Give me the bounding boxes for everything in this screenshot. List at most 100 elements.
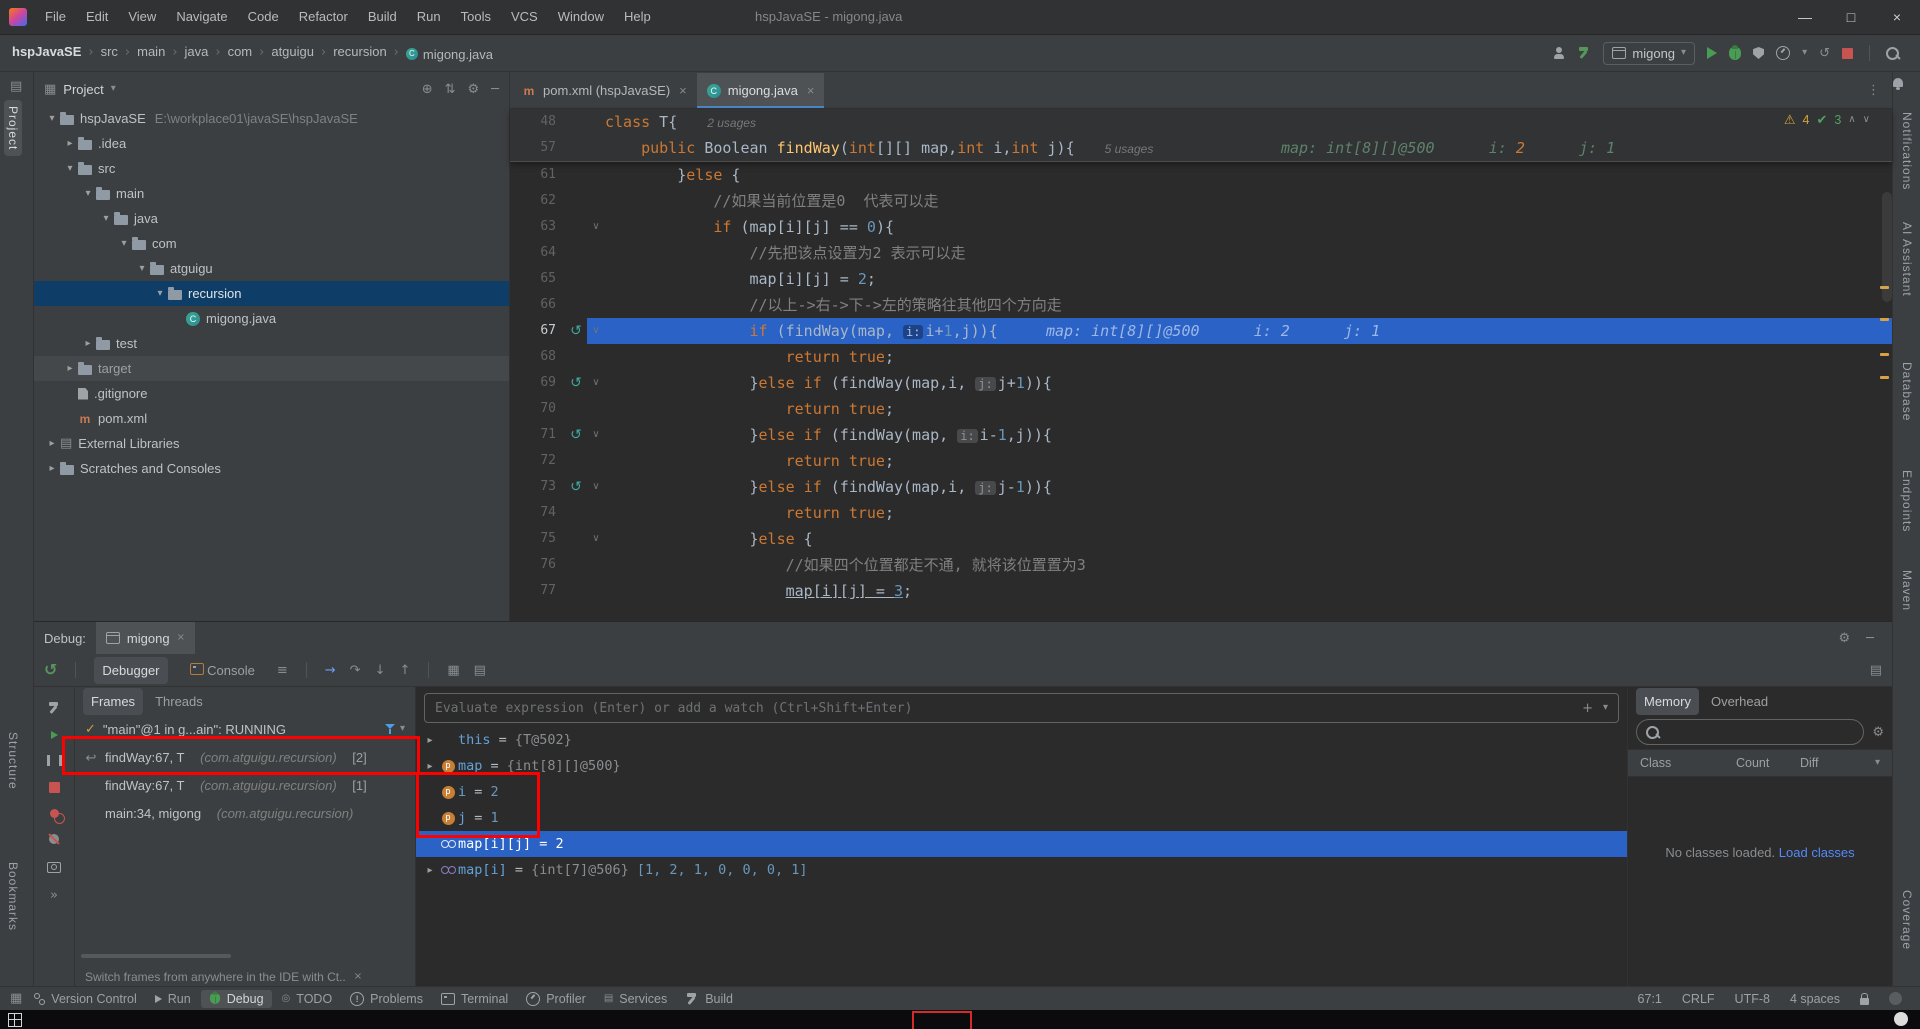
lock-icon[interactable] bbox=[1860, 998, 1869, 1005]
chevron-down-icon[interactable]: ▾ bbox=[1603, 703, 1608, 713]
inspection-widget[interactable]: ⚠ 4 ✔ 3 ∧ ∨ bbox=[1784, 113, 1870, 127]
code-line-65[interactable]: 65 map[i][j] = 2; bbox=[510, 266, 1892, 292]
tab-frames[interactable]: Frames bbox=[83, 688, 143, 715]
statusbar-item-profiler[interactable]: Profiler bbox=[518, 990, 594, 1008]
search-everywhere-icon[interactable] bbox=[1886, 47, 1899, 60]
usages-hint[interactable]: 2 usages bbox=[707, 116, 756, 130]
project-tree-item-main[interactable]: ▾main bbox=[34, 181, 509, 206]
notifications-bell-icon[interactable] bbox=[1893, 78, 1903, 87]
line-number[interactable]: 61 bbox=[510, 162, 565, 188]
code-line-61[interactable]: 61 }else { bbox=[510, 162, 1892, 188]
gear-icon[interactable]: ⚙ bbox=[1872, 726, 1884, 739]
statusbar-item-todo[interactable]: ◎TODO bbox=[274, 990, 341, 1008]
locate-file-icon[interactable]: ⊕ bbox=[422, 83, 433, 96]
variable-row-this[interactable]: ▸ this = {T@502} bbox=[416, 727, 1627, 753]
chevron-down-icon[interactable]: ▾ bbox=[111, 84, 116, 94]
menu-code[interactable]: Code bbox=[238, 9, 289, 24]
menu-view[interactable]: View bbox=[118, 9, 166, 24]
taskbar-tray-icon[interactable] bbox=[1894, 1012, 1908, 1026]
next-problem-icon[interactable]: ∨ bbox=[1863, 115, 1870, 125]
load-classes-link[interactable]: Load classes bbox=[1779, 845, 1855, 860]
tree-collapse-icon[interactable]: ▾ bbox=[152, 288, 168, 299]
fold-icon[interactable]: ∨ bbox=[587, 526, 605, 552]
project-tree-item-src[interactable]: ▾src bbox=[34, 156, 509, 181]
fold-icon[interactable]: ∨ bbox=[587, 214, 605, 240]
run-config-select[interactable]: migong ▾ bbox=[1603, 42, 1695, 65]
line-number[interactable]: 65 bbox=[510, 266, 565, 292]
tool-button-notifications[interactable]: Notifications bbox=[1900, 112, 1914, 190]
recursive-call-icon[interactable]: ↺ bbox=[565, 370, 587, 396]
line-number[interactable]: 69 bbox=[510, 370, 565, 396]
recursive-call-icon[interactable]: ↺ bbox=[565, 318, 587, 344]
breadcrumb-java[interactable]: java bbox=[185, 44, 209, 59]
status-utf-8[interactable]: UTF-8 bbox=[1735, 992, 1770, 1006]
chevron-down-icon[interactable]: ▾ bbox=[400, 724, 405, 734]
fold-icon[interactable]: ∨ bbox=[587, 474, 605, 500]
line-number[interactable]: 64 bbox=[510, 240, 565, 266]
menu-edit[interactable]: Edit bbox=[76, 9, 118, 24]
code-line-72[interactable]: 72 return true; bbox=[510, 448, 1892, 474]
tool-button-endpoints[interactable]: Endpoints bbox=[1900, 470, 1914, 532]
close-icon[interactable]: × bbox=[807, 83, 815, 98]
menu-help[interactable]: Help bbox=[614, 9, 661, 24]
column-class[interactable]: Class bbox=[1640, 756, 1736, 770]
expand-collapse-icon[interactable]: ⇅ bbox=[445, 83, 456, 96]
line-number[interactable]: 74 bbox=[510, 500, 565, 526]
close-icon[interactable]: × bbox=[679, 83, 687, 98]
statusbar-item-terminal[interactable]: Terminal bbox=[433, 990, 516, 1008]
thread-selector[interactable]: ✓ "main"@1 in g...ain": RUNNING ▾ bbox=[75, 715, 415, 743]
code-line-70[interactable]: 70 return true; bbox=[510, 396, 1892, 422]
more-tabs-icon[interactable]: ⋮ bbox=[1855, 84, 1892, 97]
recursive-call-icon[interactable]: ↺ bbox=[565, 422, 587, 448]
step-out-icon[interactable]: ↑ bbox=[399, 664, 410, 677]
tree-expand-icon[interactable]: ▸ bbox=[422, 735, 438, 746]
warning-stripe-mark[interactable] bbox=[1880, 376, 1889, 379]
horizontal-scrollbar[interactable] bbox=[81, 954, 231, 958]
maximize-button[interactable]: □ bbox=[1828, 0, 1874, 34]
menu-refactor[interactable]: Refactor bbox=[289, 9, 358, 24]
tab-debugger[interactable]: Debugger bbox=[94, 657, 167, 684]
gear-icon[interactable]: ⚙ bbox=[1839, 632, 1851, 645]
fold-icon[interactable]: ∨ bbox=[587, 318, 605, 344]
code-line-75[interactable]: 75 ∨ }else { bbox=[510, 526, 1892, 552]
tree-expand-icon[interactable]: ▸ bbox=[422, 865, 438, 876]
tool-button-bookmarks[interactable]: Bookmarks bbox=[6, 862, 20, 931]
line-number[interactable]: 75 bbox=[510, 526, 565, 552]
line-number[interactable]: 73 bbox=[510, 474, 565, 500]
code-line-48[interactable]: 48 class T{2 usages bbox=[510, 109, 1892, 135]
code-line-68[interactable]: 68 return true; bbox=[510, 344, 1892, 370]
code-line-69[interactable]: 69 ↺ ∨ }else if (findWay(map,i, j:j+1)){ bbox=[510, 370, 1892, 396]
tool-button-project[interactable]: Project bbox=[4, 100, 22, 156]
view-breakpoints-icon[interactable] bbox=[50, 809, 59, 818]
stack-frame-row[interactable]: ↩ findWay:67, T (com.atguigu.recursion) … bbox=[75, 743, 415, 771]
tree-collapse-icon[interactable]: ▾ bbox=[62, 163, 78, 174]
tree-collapse-icon[interactable]: ▾ bbox=[80, 188, 96, 199]
step-over-icon[interactable]: ↷ bbox=[350, 664, 361, 677]
tool-button-maven[interactable]: Maven bbox=[1900, 570, 1914, 611]
line-number[interactable]: 68 bbox=[510, 344, 565, 370]
filter-icon[interactable] bbox=[384, 723, 396, 735]
thread-dump-icon[interactable] bbox=[47, 862, 61, 873]
close-icon[interactable]: × bbox=[177, 633, 185, 643]
tab-console[interactable]: Console bbox=[182, 656, 263, 684]
variable-row-i[interactable]: p i = 2 bbox=[416, 779, 1627, 805]
code-line-63[interactable]: 63 ∨ if (map[i][j] == 0){ bbox=[510, 214, 1892, 240]
tool-button-coverage[interactable]: Coverage bbox=[1900, 890, 1914, 950]
recursive-call-icon[interactable]: ↺ bbox=[565, 474, 587, 500]
fold-icon[interactable]: ∨ bbox=[587, 422, 605, 448]
tree-collapse-icon[interactable]: ▾ bbox=[116, 238, 132, 249]
fold-icon[interactable]: ∨ bbox=[587, 370, 605, 396]
evaluate-expression-input[interactable]: Evaluate expression (Enter) or add a wat… bbox=[424, 693, 1619, 723]
view-options-icon[interactable]: ▤ bbox=[474, 664, 486, 677]
tab-threads[interactable]: Threads bbox=[147, 688, 211, 715]
tool-button-structure[interactable]: Structure bbox=[6, 732, 20, 790]
status-crlf[interactable]: CRLF bbox=[1682, 992, 1715, 1006]
column-diff[interactable]: Diff bbox=[1800, 756, 1819, 770]
tree-expand-icon[interactable]: ▸ bbox=[80, 338, 96, 349]
taskbar-window-icon[interactable] bbox=[8, 1013, 22, 1027]
memory-search-input[interactable] bbox=[1636, 719, 1864, 745]
code-line-77[interactable]: 77 map[i][j] = 3; bbox=[510, 578, 1892, 604]
tree-collapse-icon[interactable]: ▾ bbox=[44, 113, 60, 124]
status-67-1[interactable]: 67:1 bbox=[1638, 992, 1662, 1006]
tab-overhead[interactable]: Overhead bbox=[1703, 688, 1776, 715]
